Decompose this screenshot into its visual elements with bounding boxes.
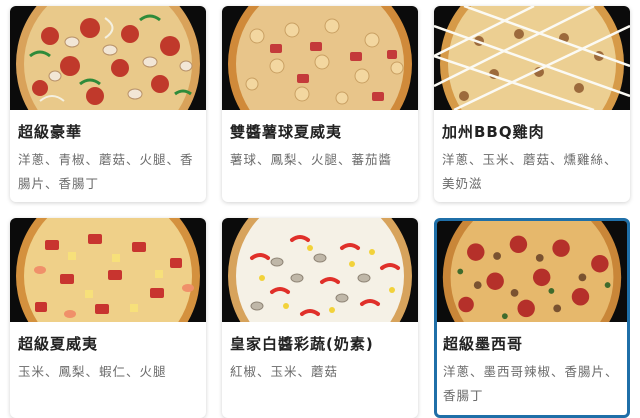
pizza-card-california-bbq-chicken[interactable]: 加州BBQ雞肉 洋蔥、玉米、蘑菇、燻雞絲、美奶滋 (434, 6, 630, 202)
pizza-name: 超級墨西哥 (443, 335, 524, 353)
pizza-ingredients: 洋蔥、玉米、蘑菇、燻雞絲、美奶滋 (442, 152, 618, 191)
pizza-ingredients: 洋蔥、墨西哥辣椒、香腸片、香腸丁 (443, 364, 619, 403)
pizza-name: 皇家白醬彩蔬(奶素) (230, 335, 374, 353)
pizza-name: 加州BBQ雞肉 (442, 123, 545, 141)
pizza-ingredients: 玉米、鳳梨、蝦仁、火腿 (18, 364, 167, 379)
pizza-card-super-supreme[interactable]: 超級豪華 洋蔥、青椒、蘑菇、火腿、香腸片、香腸丁 (10, 6, 206, 202)
pizza-card-super-mexican[interactable]: 超級墨西哥 洋蔥、墨西哥辣椒、香腸片、香腸丁 (434, 218, 630, 418)
pizza-image (222, 6, 418, 110)
pizza-image (222, 218, 418, 322)
pizza-name: 雙醬薯球夏威夷 (230, 123, 343, 141)
pizza-card-double-sauce-hawaiian[interactable]: 雙醬薯球夏威夷 薯球、鳳梨、火腿、蕃茄醬 (222, 6, 418, 202)
pizza-ingredients: 紅椒、玉米、蘑菇 (230, 364, 339, 379)
pizza-name: 超級豪華 (18, 123, 83, 141)
pizza-image (10, 218, 206, 322)
pizza-ingredients: 洋蔥、青椒、蘑菇、火腿、香腸片、香腸丁 (18, 152, 194, 191)
pizza-ingredients: 薯球、鳳梨、火腿、蕃茄醬 (230, 152, 393, 167)
pizza-image (434, 6, 630, 110)
pizza-card-super-hawaiian[interactable]: 超級夏威夷 玉米、鳳梨、蝦仁、火腿 (10, 218, 206, 418)
pizza-name: 超級夏威夷 (18, 335, 99, 353)
pizza-card-royal-white-sauce-veggie[interactable]: 皇家白醬彩蔬(奶素) 紅椒、玉米、蘑菇 (222, 218, 418, 418)
pizza-image (437, 221, 627, 322)
pizza-image (10, 6, 206, 110)
